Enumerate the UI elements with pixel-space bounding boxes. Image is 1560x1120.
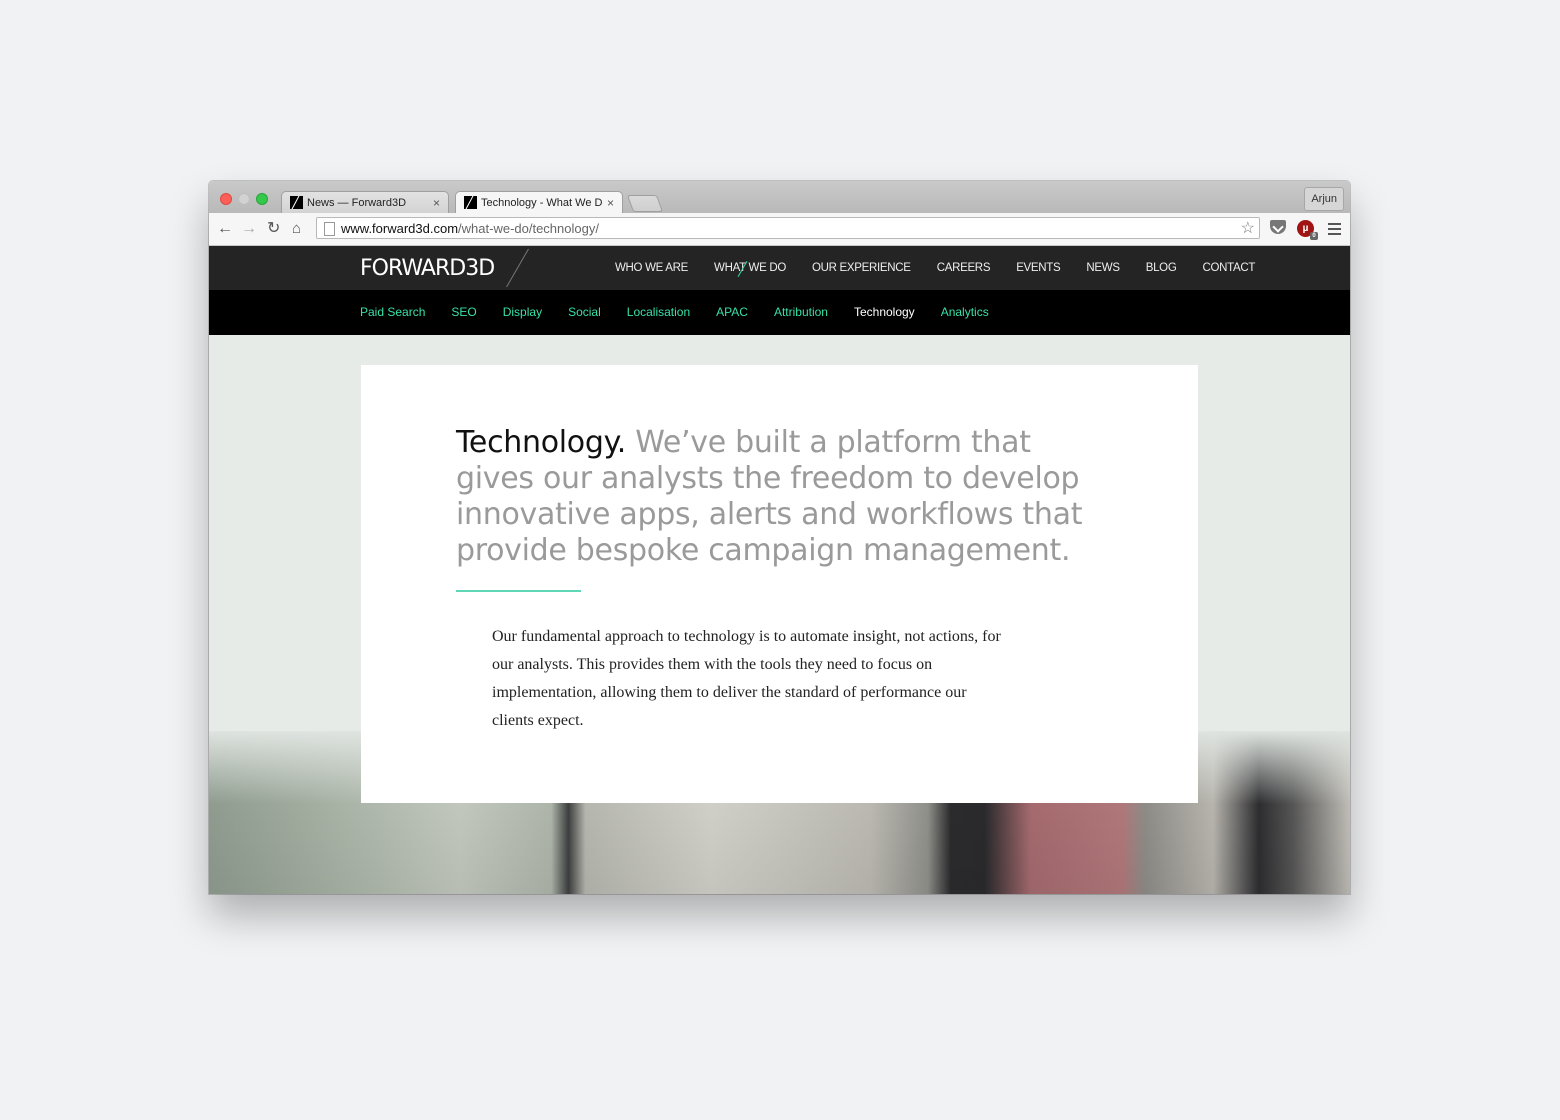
reload-icon[interactable]: ↻ <box>267 219 280 239</box>
subnav-apac[interactable]: APAC <box>716 290 748 335</box>
forward3d-logo[interactable]: FORWARD3D <box>360 256 495 281</box>
ublock-icon[interactable]: µ0 <box>1297 220 1318 240</box>
tab-technology[interactable]: Technology - What We Do × <box>455 191 623 213</box>
pocket-icon[interactable] <box>1270 220 1286 234</box>
nav-our-experience[interactable]: OUR EXPERIENCE <box>812 246 911 290</box>
nav-what-we-do[interactable]: WHAT WE DO <box>714 246 786 290</box>
nav-who-we-are[interactable]: WHO WE ARE <box>615 246 688 290</box>
forward-arrow-icon[interactable]: → <box>241 219 257 239</box>
subnav-attribution[interactable]: Attribution <box>774 290 828 335</box>
sub-nav: Paid Search SEO Display Social Localisat… <box>209 290 1350 335</box>
home-icon[interactable]: ⌂ <box>292 219 301 239</box>
subnav-seo[interactable]: SEO <box>451 290 476 335</box>
nav-careers[interactable]: CAREERS <box>937 246 991 290</box>
tab-title: Technology - What We Do <box>481 196 603 209</box>
nav-blog[interactable]: BLOG <box>1146 246 1177 290</box>
subnav-display[interactable]: Display <box>503 290 542 335</box>
ublock-letter: µ <box>1302 223 1309 234</box>
new-tab-button[interactable] <box>626 195 664 212</box>
menu-icon[interactable] <box>1328 223 1341 238</box>
intro-paragraph: Our fundamental approach to technology i… <box>492 628 1001 729</box>
url-path: /what-we-do/technology/ <box>458 221 599 236</box>
nav-events[interactable]: EVENTS <box>1016 246 1061 290</box>
content-card: Technology. We’ve built a platform that … <box>361 365 1198 803</box>
subnav-paid-search[interactable]: Paid Search <box>360 290 425 335</box>
site-header: FORWARD3D WHO WE ARE WHAT WE DO OUR EXPE… <box>209 246 1350 290</box>
nav-news[interactable]: NEWS <box>1086 246 1120 290</box>
star-icon[interactable]: ☆ <box>1241 218 1255 240</box>
nav-contact[interactable]: CONTACT <box>1202 246 1255 290</box>
headline-lead: Technology. <box>456 425 627 460</box>
ublock-badge: 0 <box>1310 232 1318 240</box>
page-viewport: FORWARD3D WHO WE ARE WHAT WE DO OUR EXPE… <box>209 246 1350 894</box>
forward3d-favicon-icon <box>290 196 303 209</box>
forward3d-favicon-icon <box>464 196 477 209</box>
subnav-localisation[interactable]: Localisation <box>627 290 690 335</box>
tab-strip: News — Forward3D × Technology - What We … <box>209 181 1350 213</box>
tab-close-icon[interactable]: × <box>433 196 440 210</box>
subnav-social[interactable]: Social <box>568 290 601 335</box>
subnav-analytics[interactable]: Analytics <box>941 290 989 335</box>
page-headline: Technology. We’ve built a platform that … <box>456 425 1106 569</box>
tab-news[interactable]: News — Forward3D × <box>281 191 449 213</box>
logo-divider <box>506 248 529 288</box>
main-nav: WHO WE ARE WHAT WE DO OUR EXPERIENCE CAR… <box>615 246 1281 290</box>
page-icon <box>324 222 335 236</box>
tab-title: News — Forward3D <box>307 196 407 209</box>
browser-window: News — Forward3D × Technology - What We … <box>209 181 1350 894</box>
profile-button[interactable]: Arjun <box>1304 187 1344 211</box>
tab-close-icon[interactable]: × <box>607 196 614 210</box>
subnav-technology[interactable]: Technology <box>854 290 915 335</box>
address-bar[interactable]: www.forward3d.com/what-we-do/technology/… <box>316 217 1260 239</box>
url-host: www.forward3d.com <box>341 221 459 236</box>
back-arrow-icon[interactable]: ← <box>217 219 233 239</box>
zoom-window-button[interactable] <box>256 193 268 205</box>
minimize-window-button[interactable] <box>238 193 250 205</box>
close-window-button[interactable] <box>220 193 232 205</box>
accent-rule <box>456 590 581 592</box>
browser-toolbar: ← → ↻ ⌂ www.forward3d.com/what-we-do/tec… <box>209 213 1350 246</box>
